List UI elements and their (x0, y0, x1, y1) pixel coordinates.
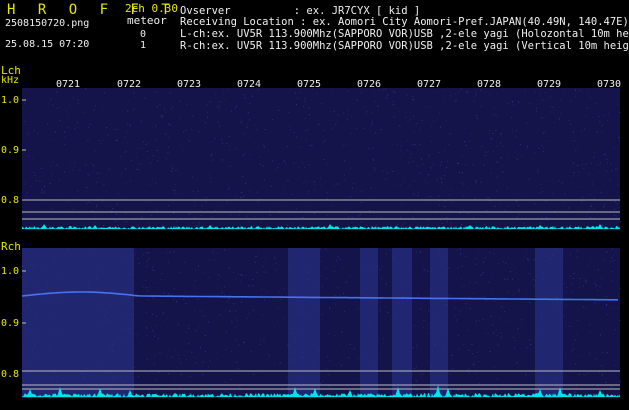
rch-echo-band-2 (360, 248, 378, 398)
rch-spectrogram (21, 248, 621, 399)
spectrogram-canvas (21, 88, 621, 399)
rch-echo-band-3 (392, 248, 412, 398)
rch-echo-band-0 (22, 248, 134, 398)
rch-echo-band-5 (535, 248, 563, 398)
rch-echo-band-1 (288, 248, 320, 398)
lch-background (22, 88, 620, 230)
lch-spectrogram (22, 88, 621, 231)
rch-echo-band-4 (430, 248, 448, 398)
